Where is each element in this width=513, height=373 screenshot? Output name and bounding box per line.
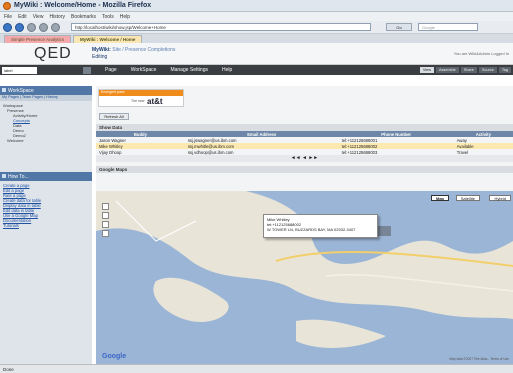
- assemble-button[interactable]: Assemble: [436, 67, 459, 73]
- map-info-balloon: Mike Whitley tel:+112125688002 W TOWER L…: [263, 214, 378, 238]
- breadcrumb[interactable]: Site / Presence Completions: [112, 47, 175, 53]
- home-icon[interactable]: [51, 22, 60, 32]
- howto-header[interactable]: How To...: [0, 172, 92, 181]
- banner-label: Emergent pace: [99, 89, 183, 96]
- tree-item[interactable]: Welcome: [3, 138, 89, 143]
- menu-bookmarks[interactable]: Bookmarks: [71, 14, 96, 20]
- window-title: MyWiki : Welcome/Home - Mozilla Firefox: [14, 2, 152, 9]
- menu-tools[interactable]: Tools: [102, 14, 114, 20]
- qed-logo: QED: [34, 44, 72, 62]
- zoom-slider[interactable]: [102, 221, 109, 228]
- view-button[interactable]: View: [419, 67, 435, 73]
- sidebar: WorkSpace My Pages | Team Pages | Histor…: [0, 86, 92, 364]
- browser-menubar: File Edit View History Bookmarks Tools H…: [0, 12, 513, 21]
- zoom-in-icon[interactable]: [102, 212, 109, 219]
- navigation-toolbar: http://localhost/wiki/show.jsp/Welcome+H…: [0, 21, 513, 34]
- workspace-header[interactable]: WorkSpace: [0, 86, 92, 95]
- map-type-map[interactable]: Map: [431, 195, 449, 201]
- reload-icon[interactable]: [27, 22, 36, 32]
- att-banner[interactable]: Emergent pace The new at&t: [98, 88, 184, 107]
- window-titlebar: MyWiki : Welcome/Home - Mozilla Firefox: [0, 0, 513, 12]
- go-button[interactable]: Go: [386, 23, 412, 31]
- table-pager[interactable]: ◄◄ ◄ ►►: [96, 155, 513, 162]
- google-maps-title: Google Maps: [96, 166, 513, 173]
- banner-prefix: The new: [131, 98, 145, 103]
- page-title: MyWiki: Site / Presence Completions Edit…: [92, 46, 176, 60]
- menu-workspace[interactable]: WorkSpace: [131, 67, 157, 73]
- menu-help-wiki[interactable]: Help: [222, 67, 232, 73]
- map-type-satellite[interactable]: Satellite: [455, 195, 480, 201]
- login-status: You are Wiki&Admin Logged In: [453, 51, 509, 56]
- tab-strip: Simple Presence Analytics MyWiki : Welco…: [0, 34, 513, 43]
- share-button[interactable]: Share: [460, 67, 477, 73]
- map-zoom-controls[interactable]: [102, 203, 112, 253]
- menu-view[interactable]: View: [33, 14, 44, 20]
- wiki-menubar: label Page WorkSpace Manage Settings Hel…: [0, 65, 513, 75]
- menu-help[interactable]: Help: [120, 14, 130, 20]
- tab-mywiki[interactable]: MyWiki : Welcome / Home: [73, 35, 143, 43]
- refresh-all-button[interactable]: Refresh All: [99, 113, 129, 120]
- menu-page[interactable]: Page: [105, 67, 117, 73]
- map-copyright: Map data ©2007 Tele Atlas - Terms of Use: [449, 357, 509, 361]
- show-data-title: Show Data: [96, 124, 513, 131]
- google-map[interactable]: Map Satellite Hybrid Mike Whitley tel:+1…: [96, 191, 513, 364]
- google-logo: Google: [102, 353, 127, 360]
- map-type-hybrid[interactable]: Hybrid: [489, 195, 511, 201]
- label-select[interactable]: label: [2, 66, 37, 74]
- search-input[interactable]: Google: [418, 23, 478, 31]
- wiki-header: QED MyWiki: Site / Presence Completions …: [0, 43, 513, 65]
- source-button[interactable]: Source: [478, 67, 497, 73]
- pan-up-icon[interactable]: [102, 203, 109, 210]
- tag-button[interactable]: Tag: [498, 67, 511, 73]
- menu-history[interactable]: History: [49, 14, 65, 20]
- forward-icon[interactable]: [15, 22, 24, 32]
- url-field[interactable]: http://localhost/wiki/show.jsp/Welcome+H…: [71, 23, 371, 31]
- zoom-out-icon[interactable]: [102, 230, 109, 237]
- att-widget: Emergent pace The new at&t: [96, 86, 513, 109]
- back-icon[interactable]: [3, 22, 12, 32]
- menu-file[interactable]: File: [4, 14, 12, 20]
- howto-link[interactable]: Tutorials: [3, 223, 89, 228]
- att-logo: at&t: [147, 96, 163, 106]
- menu-manage-settings[interactable]: Manage Settings: [170, 67, 208, 73]
- howto-list: Create a page Edit a page Rate a page Cr…: [0, 181, 92, 230]
- tab-presence-analytics[interactable]: Simple Presence Analytics: [4, 35, 72, 43]
- page-subtitle: Editing: [92, 53, 108, 60]
- main-content: Emergent pace The new at&t Refresh All S…: [96, 86, 513, 364]
- stop-icon[interactable]: [39, 22, 48, 32]
- browser-statusbar: Done: [0, 364, 513, 373]
- firefox-icon: [3, 1, 11, 10]
- select-go-button[interactable]: [83, 66, 91, 74]
- menu-edit[interactable]: Edit: [18, 14, 27, 20]
- workspace-tree: Workspace Presence Activity/Home Concept…: [0, 101, 92, 172]
- buddy-table: Buddy Email Address Phone Number Activit…: [96, 131, 513, 155]
